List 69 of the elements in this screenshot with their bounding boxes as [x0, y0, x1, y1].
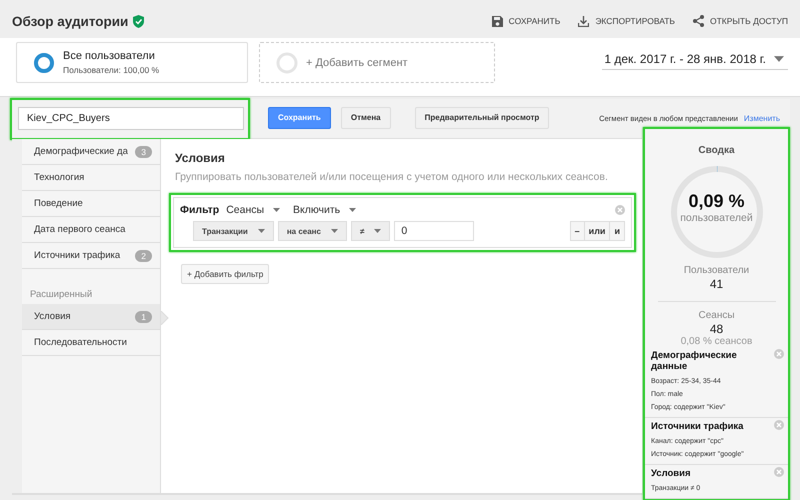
sidebar-label: Последовательности — [34, 337, 127, 348]
segment-ring-icon — [33, 52, 55, 74]
sidebar-label: Дата первого сеанса — [34, 224, 126, 235]
metric-value: 48 — [710, 322, 724, 336]
remove-icon[interactable] — [615, 205, 625, 215]
date-range-picker[interactable]: 1 дек. 2017 г. - 28 янв. 2018 г. — [602, 52, 788, 70]
metric-label: Пользователи — [684, 265, 750, 276]
sidebar-label: Условия — [34, 311, 71, 322]
filter-label: Фильтр — [180, 204, 220, 216]
page-title: Обзор аудитории — [12, 14, 128, 28]
segment-detail: Пользователи: 100,00 % — [63, 65, 160, 75]
toolbar-link[interactable]: ОТКРЫТЬ ДОСТУП — [710, 16, 788, 26]
add-filter-button[interactable]: + Добавить фильтр — [181, 264, 270, 284]
sidebar-item[interactable]: Демографические да 3 — [22, 139, 160, 165]
metric-label: Сеансы — [698, 310, 735, 321]
sidebar-label: Демографические да — [34, 146, 128, 157]
segment-name-field[interactable]: Kiev_CPC_Buyers — [18, 106, 244, 130]
per-dropdown[interactable]: на сеанс — [278, 221, 347, 241]
caret-icon — [349, 208, 356, 212]
sidebar-item[interactable]: Дата первого сеанса — [22, 217, 160, 243]
sidebar-label: Технология — [34, 172, 84, 183]
caret-icon — [258, 229, 265, 233]
share-icon[interactable] — [692, 15, 704, 27]
change-link[interactable]: Изменить — [744, 114, 780, 123]
section-title: Условия — [175, 151, 226, 165]
toolbar-link[interactable]: СОХРАНИТЬ — [508, 16, 560, 26]
count-badge: 3 — [135, 146, 152, 158]
download-icon[interactable] — [578, 16, 590, 26]
sidebar-item[interactable]: Технология — [22, 165, 160, 191]
sidebar-item[interactable]: Поведение — [22, 191, 160, 217]
remove-icon[interactable] — [774, 349, 784, 359]
caret-icon — [374, 229, 382, 233]
mode-dropdown[interactable]: Включить — [293, 204, 356, 216]
toolbar-link[interactable]: ЭКСПОРТИРОВАТЬ — [595, 16, 675, 26]
remove-icon[interactable] — [774, 420, 784, 430]
caret-icon — [330, 229, 338, 233]
count-badge: 1 — [135, 310, 152, 322]
scope-dropdown[interactable]: Сеансы — [226, 204, 280, 216]
sidebar-item[interactable]: Источники трафика 2 — [22, 243, 160, 269]
cancel-button[interactable]: Отмена — [340, 106, 391, 128]
add-segment-card[interactable]: + Добавить сегмент — [259, 42, 495, 83]
operator-dropdown[interactable]: ≠ — [350, 221, 390, 241]
metric-share: 0,08 % сеансов — [680, 336, 752, 347]
segment-card[interactable]: Все пользователи Пользователи: 100,00 % — [16, 42, 248, 83]
or-button[interactable]: или — [584, 221, 610, 241]
percent-value: 0,09 % — [688, 191, 745, 212]
save-icon[interactable] — [492, 16, 503, 26]
section-description: Группировать пользователей и/или посещения с учетом одного или нескольких сеансов. — [175, 171, 609, 183]
count-badge: 2 — [135, 250, 152, 262]
metric-value: 41 — [710, 277, 724, 291]
remove-icon[interactable] — [774, 467, 784, 477]
percent-label: пользователей — [680, 212, 753, 224]
group-title: Источники трафика — [651, 421, 744, 432]
caret-icon — [774, 56, 784, 62]
summary-title: Сводка — [698, 145, 735, 156]
group-title: Условия — [651, 468, 692, 479]
group-title: Демографические данные — [651, 350, 738, 372]
sidebar-label: Источники трафика — [34, 250, 120, 261]
remove-button[interactable]: – — [570, 221, 585, 241]
preview-button[interactable]: Предварительный просмотр — [414, 106, 550, 128]
segment-name: Все пользователи — [63, 50, 156, 62]
metric-dropdown[interactable]: Транзакции — [193, 221, 274, 241]
value-field[interactable]: 0 — [394, 221, 474, 241]
empty-ring-icon — [276, 52, 298, 74]
section-label: Расширенный — [29, 288, 94, 302]
caret-icon — [273, 208, 280, 212]
sidebar-label: Поведение — [34, 198, 83, 209]
and-button[interactable]: и — [609, 221, 625, 241]
sidebar-item[interactable]: Последовательности — [22, 330, 160, 356]
